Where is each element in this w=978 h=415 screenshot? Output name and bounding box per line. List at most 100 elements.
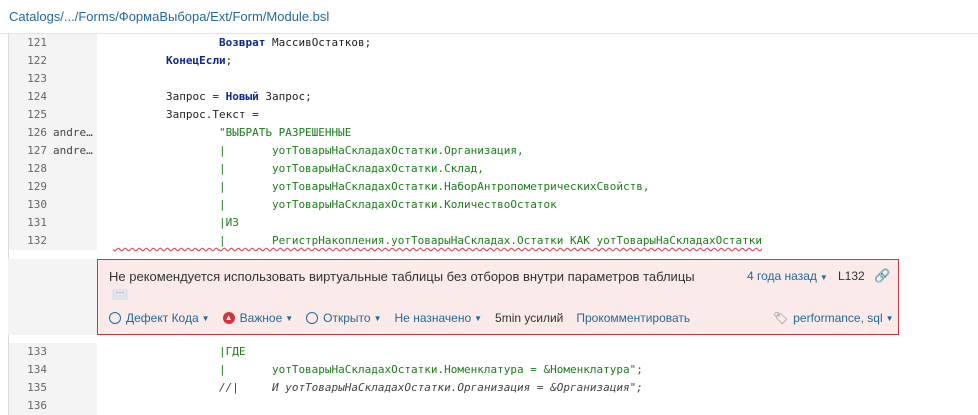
code-token: | РегистрНакопления.уотТоварыНаСкладах.О… bbox=[218, 234, 763, 247]
line-code: | уотТоварыНаСкладахОстатки.НаборАнтропо… bbox=[113, 178, 649, 196]
code-lines-top: 121 Возврат МассивОстатков; 122 КонецЕсли… bbox=[9, 34, 978, 250]
tag-icon: 🏷 bbox=[773, 311, 789, 325]
line-number[interactable]: 129 bbox=[17, 178, 47, 196]
issue-effort: 5min усилий bbox=[495, 311, 564, 325]
line-code: | уотТоварыНаСкладахОстатки.КоличествоОс… bbox=[113, 196, 557, 214]
code-line: 126 andre… "ВЫБРАТЬ РАЗРЕШЕННЫЕ bbox=[9, 124, 978, 142]
chevron-down-icon: ▼ bbox=[474, 313, 483, 323]
open-status-icon bbox=[306, 312, 319, 324]
issue-meta-bar: Дефект Кода ▼ ▲ Важное ▼ Открыто ▼ Не назна… bbox=[109, 311, 703, 325]
code-line: 132 | РегистрНакопления.уотТоварыНаСклад… bbox=[9, 232, 978, 250]
code-line: 128 | уотТоварыНаСкладахОстатки.Склад, bbox=[9, 160, 978, 178]
line-code: //| И уотТоварыНаСкладахОстатки.Организа… bbox=[113, 379, 643, 397]
code-token: |ИЗ bbox=[218, 216, 239, 229]
link-icon[interactable]: 🔗 bbox=[874, 268, 890, 284]
issue-age-label: 4 года назад bbox=[747, 269, 817, 283]
issue-age-dropdown[interactable]: 4 года назад ▼ bbox=[747, 269, 828, 283]
line-number[interactable]: 121 bbox=[17, 34, 47, 52]
issue-message[interactable]: Не рекомендуется использовать виртуальны… bbox=[109, 269, 695, 284]
code-token: Запрос.Текст = bbox=[113, 108, 259, 121]
line-code: | уотТоварыНаСкладахОстатки.Номенклатура… bbox=[113, 361, 643, 379]
issue-status-label: Открыто bbox=[323, 311, 371, 325]
line-number[interactable]: 122 bbox=[17, 52, 47, 70]
issue-tags-dropdown[interactable]: 🏷 performance, sql ▼ bbox=[773, 311, 894, 325]
more-icon[interactable]: ··· bbox=[112, 288, 128, 300]
line-author[interactable]: andre… bbox=[53, 142, 97, 160]
code-line: 127 andre… | уотТоварыНаСкладахОстатки.Ор… bbox=[9, 142, 978, 160]
chevron-down-icon: ▼ bbox=[285, 313, 294, 323]
code-token: Запрос = bbox=[113, 90, 226, 103]
file-header: Catalogs/.../Forms/ФормаВыбора/Ext/Form/… bbox=[0, 0, 978, 34]
code-token: | уотТоварыНаСкладахОстатки.Номенклатура… bbox=[218, 363, 643, 376]
line-number[interactable]: 124 bbox=[17, 88, 47, 106]
issue-tags-label: performance, sql bbox=[793, 311, 883, 325]
line-number[interactable]: 131 bbox=[17, 214, 47, 232]
major-severity-icon: ▲ bbox=[222, 312, 235, 324]
file-path-link[interactable]: Catalogs/.../Forms/ФормаВыбора/Ext/Form/… bbox=[9, 9, 329, 24]
line-code: КонецЕсли; bbox=[113, 52, 232, 70]
line-number[interactable]: 126 bbox=[17, 124, 47, 142]
chevron-down-icon: ▼ bbox=[819, 273, 828, 282]
line-code: Возврат МассивОстатков; bbox=[113, 34, 371, 52]
code-token: КонецЕсли bbox=[165, 54, 226, 67]
issue-severity-label: Важное bbox=[239, 311, 283, 325]
issue-type-dropdown[interactable]: Дефект Кода ▼ bbox=[109, 311, 210, 325]
line-number[interactable]: 133 bbox=[17, 343, 47, 361]
code-line: 125 Запрос.Текст = bbox=[9, 106, 978, 124]
comment-link[interactable]: Прокомментировать bbox=[576, 311, 690, 325]
line-number[interactable]: 135 bbox=[17, 379, 47, 397]
code-line: 129 | уотТоварыНаСкладахОстатки.НаборАнт… bbox=[9, 178, 978, 196]
code-line: 123 bbox=[9, 70, 978, 88]
bug-icon bbox=[109, 312, 121, 324]
line-code: | РегистрНакопления.уотТоварыНаСкладах.О… bbox=[113, 232, 762, 250]
code-line: 135 //| И уотТоварыНаСкладахОстатки.Орга… bbox=[9, 379, 978, 397]
issue-line-ref: L132 bbox=[838, 269, 865, 283]
line-code: |ИЗ bbox=[113, 214, 239, 232]
code-token: ; bbox=[225, 54, 233, 67]
line-number[interactable]: 130 bbox=[17, 196, 47, 214]
code-token: | уотТоварыНаСкладахОстатки.Склад, bbox=[218, 162, 484, 175]
line-code: "ВЫБРАТЬ РАЗРЕШЕННЫЕ bbox=[113, 124, 351, 142]
line-number[interactable]: 128 bbox=[17, 160, 47, 178]
chevron-down-icon: ▼ bbox=[373, 313, 382, 323]
chevron-down-icon: ▼ bbox=[885, 313, 894, 323]
issue-gutter bbox=[8, 259, 97, 335]
code-token: | уотТоварыНаСкладахОстатки.НаборАнтропо… bbox=[218, 180, 650, 193]
code-token: Возврат bbox=[113, 36, 272, 49]
issue-assignee-label: Не назначено bbox=[394, 311, 472, 325]
line-code: Запрос.Текст = bbox=[113, 106, 259, 124]
code-line: 130 | уотТоварыНаСкладахОстатки.Количест… bbox=[9, 196, 978, 214]
issue-assignee-dropdown[interactable]: Не назначено ▼ bbox=[395, 311, 483, 325]
issue-box: Не рекомендуется использовать виртуальны… bbox=[97, 259, 899, 335]
line-author[interactable]: andre… bbox=[53, 124, 97, 142]
line-number[interactable]: 125 bbox=[17, 106, 47, 124]
line-number[interactable]: 132 bbox=[17, 232, 47, 250]
code-line: 122 КонецЕсли; bbox=[9, 52, 978, 70]
code-line: 133 |ГДЕ bbox=[9, 343, 978, 361]
line-number[interactable]: 127 bbox=[17, 142, 47, 160]
issue-severity-dropdown[interactable]: ▲ Важное ▼ bbox=[222, 311, 294, 325]
line-number[interactable]: 134 bbox=[17, 361, 47, 379]
code-token: Новый bbox=[225, 90, 259, 103]
code-token: "ВЫБРАТЬ РАЗРЕШЕННЫЕ bbox=[218, 126, 352, 139]
line-number[interactable]: 136 bbox=[17, 397, 47, 415]
code-line: 131 |ИЗ bbox=[9, 214, 978, 232]
code-token: Запрос; bbox=[258, 90, 312, 103]
code-token: |ГДЕ bbox=[218, 345, 246, 358]
code-token: //| И уотТоварыНаСкладахОстатки.Организа… bbox=[218, 381, 643, 394]
code-line: 136 bbox=[9, 397, 978, 415]
code-token: | уотТоварыНаСкладахОстатки.Организация, bbox=[218, 144, 524, 157]
line-number[interactable]: 123 bbox=[17, 70, 47, 88]
code-token: МассивОстатков; bbox=[271, 36, 372, 49]
issue-status-dropdown[interactable]: Открыто ▼ bbox=[306, 311, 382, 325]
code-token: | уотТоварыНаСкладахОстатки.КоличествоОс… bbox=[218, 198, 557, 211]
